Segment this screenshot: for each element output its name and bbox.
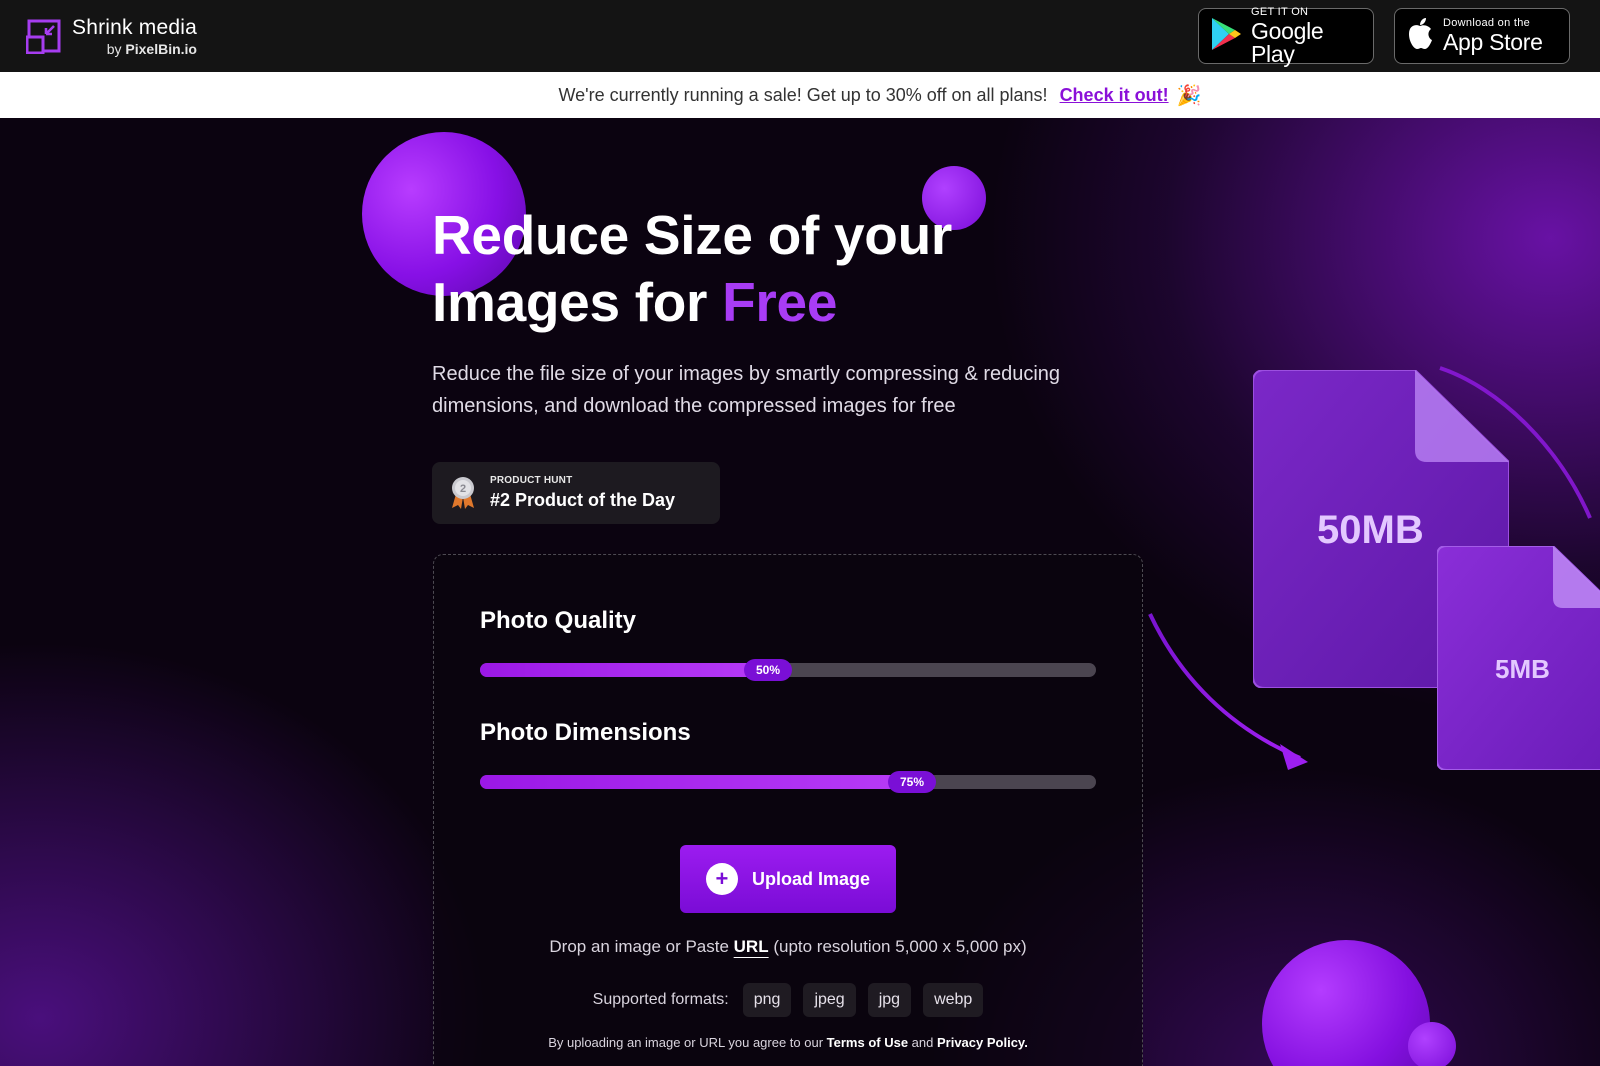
hero-section: Reduce Size of your Images for Free Redu… xyxy=(0,118,1600,1066)
paste-url-link[interactable]: URL xyxy=(734,937,769,956)
photo-quality-slider[interactable]: 50% xyxy=(480,659,1096,681)
medal-icon: 2 xyxy=(450,476,476,510)
sale-link[interactable]: Check it out! xyxy=(1060,85,1169,106)
app-store-small-text: Download on the xyxy=(1443,17,1531,29)
formats-label: Supported formats: xyxy=(592,991,729,1008)
sale-banner: We're currently running a sale! Get up t… xyxy=(0,72,1600,118)
store-buttons: GET IT ON Google Play Download on the Ap… xyxy=(1198,5,1570,67)
photo-dimensions-label: Photo Dimensions xyxy=(480,719,691,746)
badge-source: PRODUCT HUNT xyxy=(490,475,573,486)
title-accent: Free xyxy=(722,271,838,333)
photo-quality-thumb[interactable]: 50% xyxy=(744,659,792,681)
brand[interactable]: Shrink media by PixelBin.io xyxy=(25,15,197,57)
page-title: Reduce Size of your Images for Free xyxy=(432,204,952,333)
format-chip: webp xyxy=(923,983,984,1017)
google-play-button[interactable]: GET IT ON Google Play xyxy=(1198,5,1374,67)
apple-icon xyxy=(1405,16,1435,57)
brand-name: Shrink media xyxy=(72,15,197,39)
decorative-sphere xyxy=(1262,940,1430,1066)
shrink-media-logo-icon xyxy=(25,18,62,55)
large-file-size: 50MB xyxy=(1317,508,1424,552)
top-header: Shrink media by PixelBin.io GET IT ON Go… xyxy=(0,0,1600,72)
photo-quality-fill xyxy=(480,663,778,677)
small-file-size: 5MB xyxy=(1495,654,1550,684)
product-hunt-badge[interactable]: 2 PRODUCT HUNT #2 Product of the Day xyxy=(432,462,720,524)
privacy-policy-link[interactable]: Privacy Policy. xyxy=(937,1035,1028,1050)
google-play-icon xyxy=(1209,16,1243,57)
supported-formats: Supported formats: png jpeg jpg webp xyxy=(434,983,1142,1017)
photo-dimensions-slider[interactable]: 75% xyxy=(480,771,1096,793)
upload-image-label: Upload Image xyxy=(751,868,871,889)
page-subtitle: Reduce the file size of your images by s… xyxy=(432,363,1061,417)
small-file-icon: 5MB xyxy=(1436,545,1600,771)
terms-notice: By uploading an image or URL you agree t… xyxy=(548,1035,1028,1050)
badge-title: #2 Product of the Day xyxy=(490,490,676,510)
sale-message: We're currently running a sale! Get up t… xyxy=(558,84,1048,105)
upload-image-button[interactable]: + Upload Image xyxy=(680,845,896,913)
compression-card: Photo Quality 50% Photo Dimensions 75% +… xyxy=(433,554,1143,1066)
svg-text:2: 2 xyxy=(460,483,466,495)
plus-icon: + xyxy=(705,863,738,895)
terms-of-use-link[interactable]: Terms of Use xyxy=(827,1035,908,1050)
photo-quality-label: Photo Quality xyxy=(480,607,636,634)
decorative-sphere xyxy=(1408,1022,1456,1066)
photo-dimensions-thumb[interactable]: 75% xyxy=(888,771,936,793)
app-store-big-text: App Store xyxy=(1443,29,1543,55)
google-play-small-text: GET IT ON xyxy=(1251,5,1309,18)
format-chip: jpg xyxy=(867,983,912,1017)
format-chip: jpeg xyxy=(803,983,856,1017)
app-store-button[interactable]: Download on the App Store xyxy=(1394,8,1570,64)
compression-illustration: 50MB 5MB xyxy=(1140,358,1600,788)
drop-instructions: Drop an image or Paste URL (upto resolut… xyxy=(549,937,1027,956)
format-chip: png xyxy=(742,983,792,1017)
photo-dimensions-fill xyxy=(480,775,922,789)
brand-byline: by PixelBin.io xyxy=(106,40,197,57)
party-popper-icon: 🎉 xyxy=(1176,84,1202,107)
google-play-big-text: Google Play xyxy=(1251,17,1324,67)
